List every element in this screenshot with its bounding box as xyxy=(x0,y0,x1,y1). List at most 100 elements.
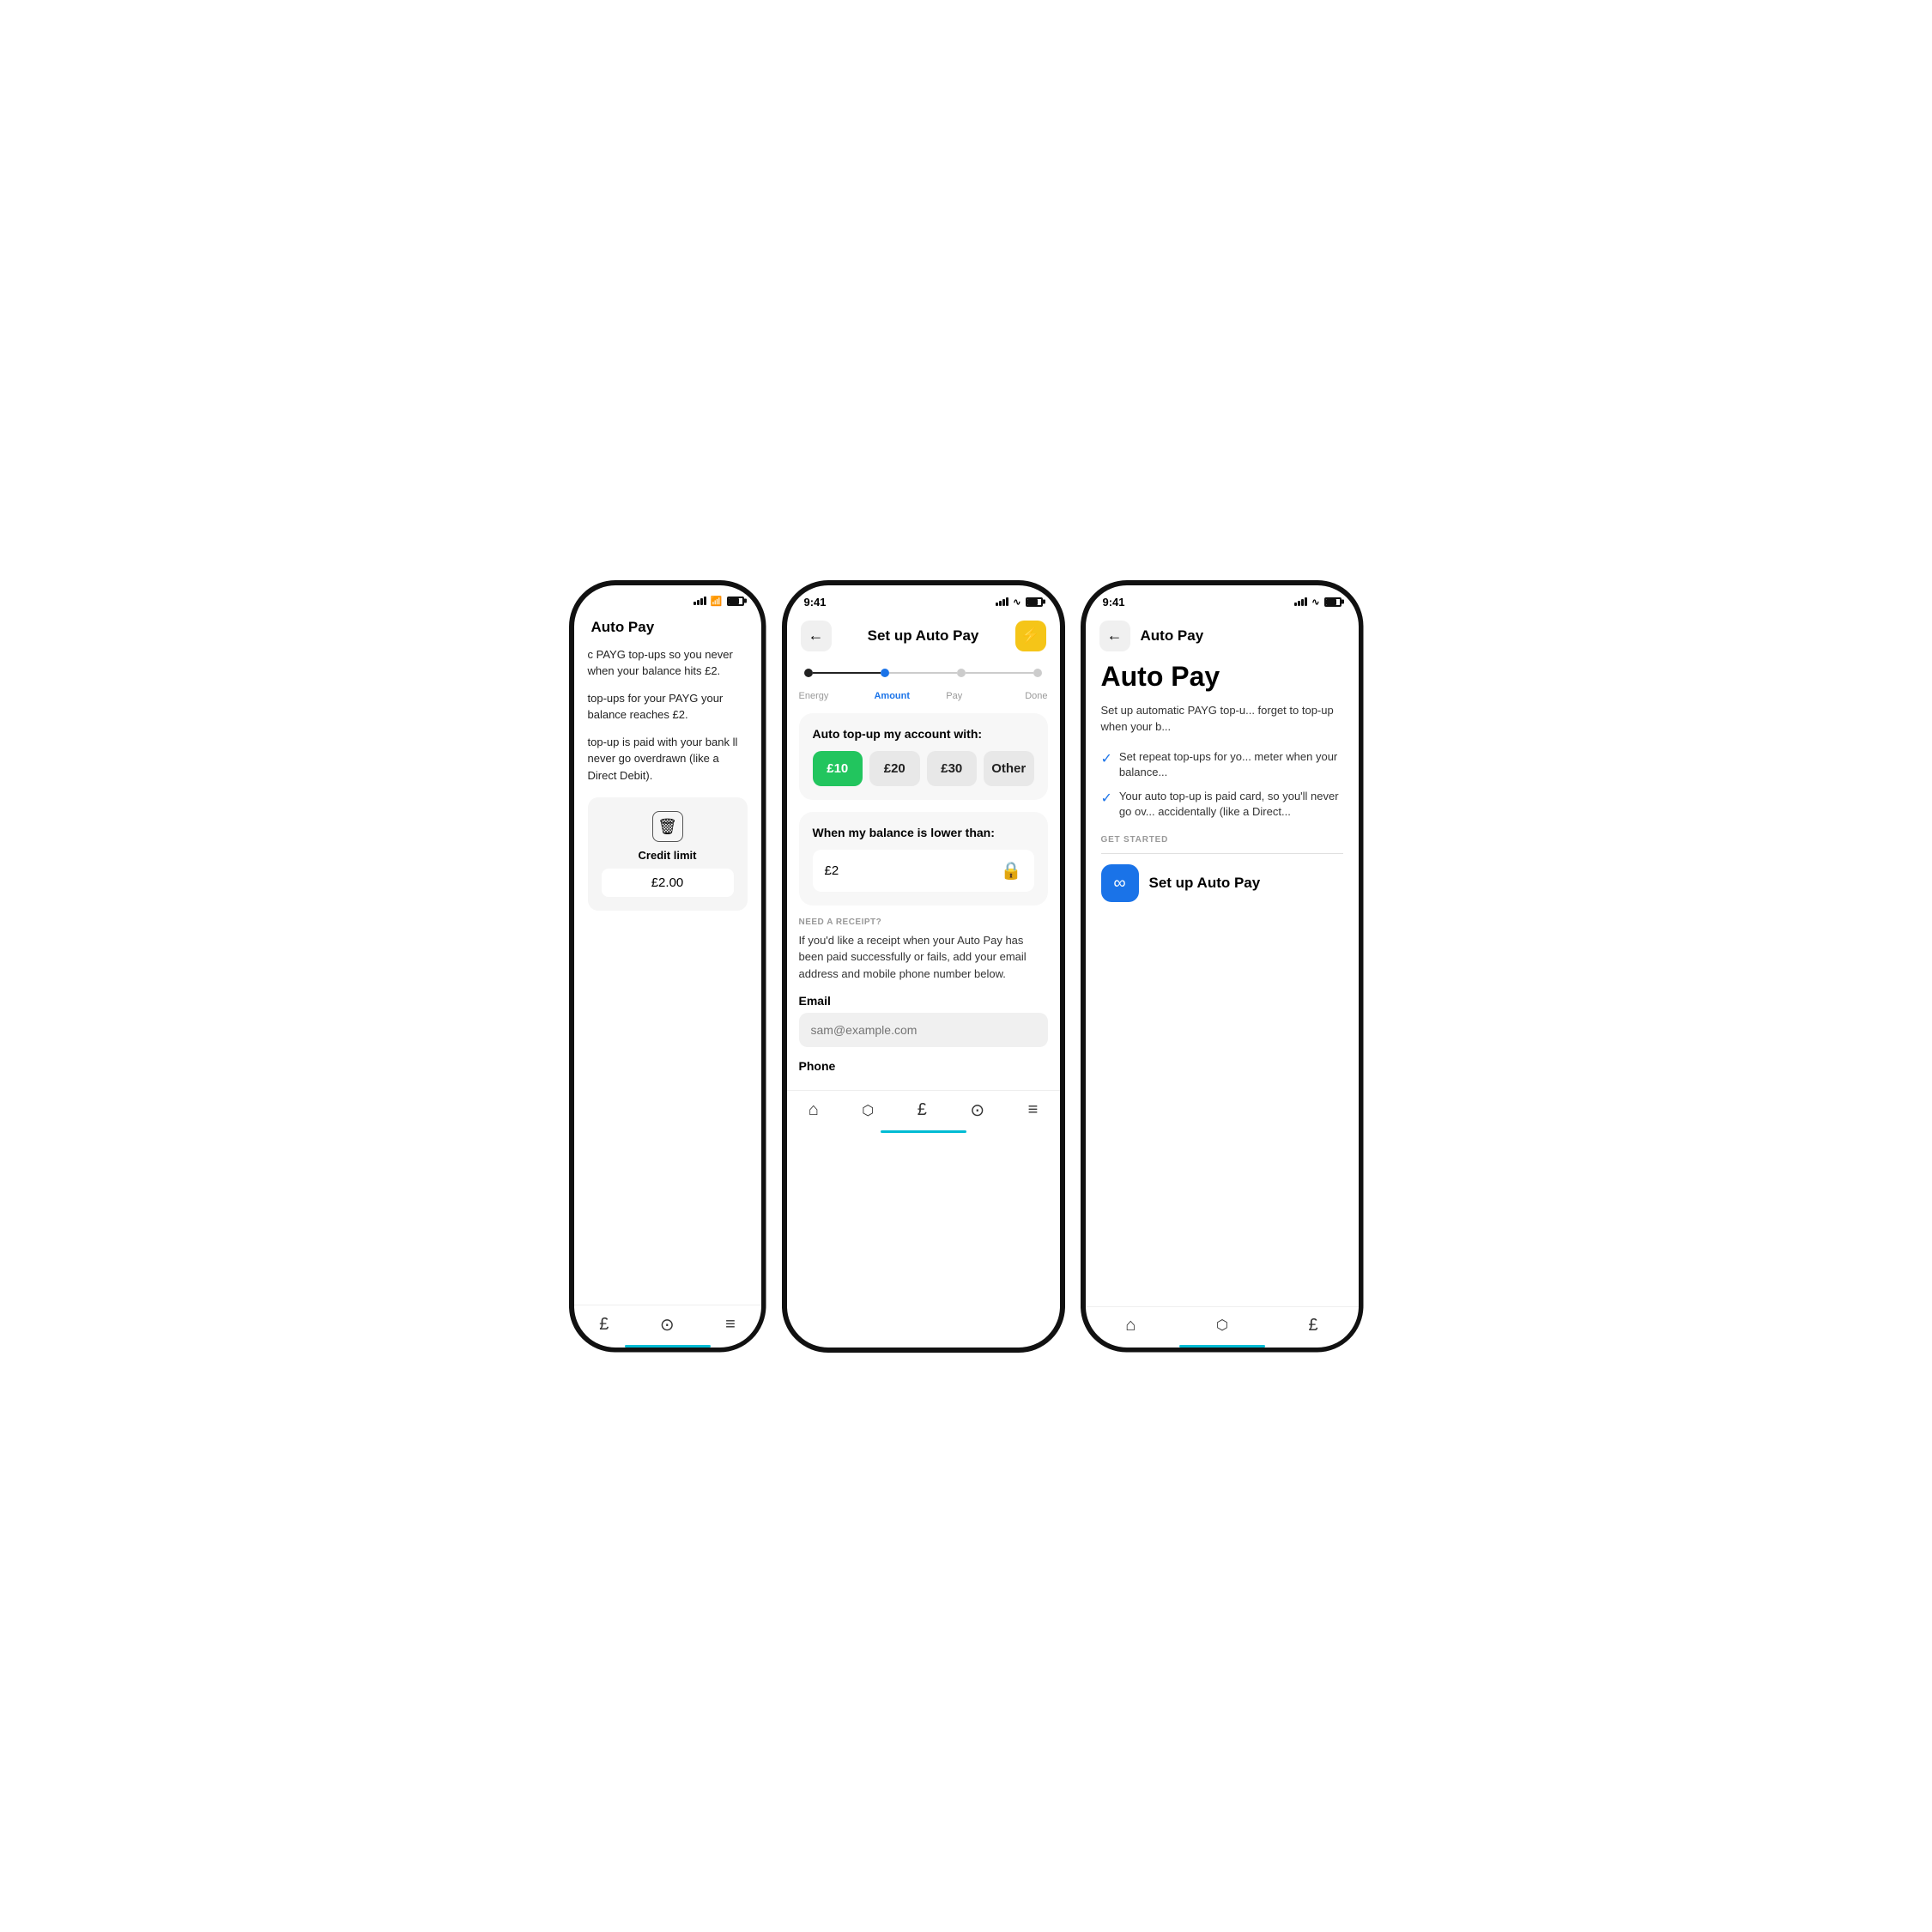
center-status-bar: 9:41 ∿ xyxy=(787,585,1060,614)
back-button[interactable]: ← xyxy=(1099,621,1130,651)
check-item-1: ✓ Set repeat top-ups for yo... meter whe… xyxy=(1101,749,1343,780)
battery-icon xyxy=(1324,597,1341,607)
right-page-title: Auto Pay xyxy=(1141,627,1204,645)
left-body: c PAYG top-ups so you never when your ba… xyxy=(574,646,761,784)
step-energy-dot xyxy=(804,669,813,677)
center-phone: 9:41 ∿ ← Set up Auto Pay ⚡ xyxy=(782,580,1065,1353)
balance-value: £2 xyxy=(825,863,839,878)
center-bottom-nav: ⌂ ⬡ £ ⊙ ≡ xyxy=(787,1090,1060,1133)
right-status-icons: ∿ xyxy=(1294,597,1341,608)
nav-help[interactable]: ⊙ xyxy=(660,1314,675,1335)
usage-icon: ⬡ xyxy=(862,1102,874,1119)
usage-icon: ⬡ xyxy=(1216,1317,1228,1334)
billing-icon: £ xyxy=(918,1100,927,1120)
left-text-3: top-up is paid with your bank ll never g… xyxy=(588,734,748,784)
billing-icon: £ xyxy=(1309,1316,1318,1335)
menu-icon: ≡ xyxy=(1028,1100,1039,1120)
step-done-dot xyxy=(1033,669,1042,677)
left-text-1: c PAYG top-ups so you never when your ba… xyxy=(588,646,748,680)
receipt-label: NEED A RECEIPT? xyxy=(799,918,1048,927)
amount-buttons: £10 £20 £30 Other xyxy=(813,751,1034,786)
bolt-icon: ⚡ xyxy=(1021,627,1039,645)
help-icon: ⊙ xyxy=(660,1314,675,1335)
bolt-button[interactable]: ⚡ xyxy=(1015,621,1046,651)
billing-icon: £ xyxy=(599,1315,609,1335)
center-header: ← Set up Auto Pay ⚡ xyxy=(787,614,1060,662)
checkmark-icon-1: ✓ xyxy=(1101,750,1112,769)
help-icon: ⊙ xyxy=(970,1099,984,1121)
phone-label: Phone xyxy=(799,1059,1048,1073)
left-content: Auto Pay c PAYG top-ups so you never whe… xyxy=(574,612,761,1305)
right-bottom-nav: ⌂ ⬡ £ xyxy=(1086,1306,1359,1348)
lock-icon: 🔒 xyxy=(1001,860,1022,881)
amount-other-button[interactable]: Other xyxy=(984,751,1034,786)
checkmark-icon-2: ✓ xyxy=(1101,790,1112,809)
receipt-description: If you'd like a receipt when your Auto P… xyxy=(799,932,1048,983)
nav-billing[interactable]: £ xyxy=(599,1315,609,1335)
check-text-1: Set repeat top-ups for yo... meter when … xyxy=(1119,749,1343,780)
wifi-icon: ∿ xyxy=(1311,597,1319,608)
left-status-bar: 📶 xyxy=(574,585,761,612)
nav-help[interactable]: ⊙ xyxy=(970,1099,984,1121)
center-time: 9:41 xyxy=(804,596,827,609)
left-status-icons: 📶 xyxy=(693,596,744,607)
credit-limit-label: Credit limit xyxy=(639,849,697,862)
back-button[interactable]: ← xyxy=(801,621,832,651)
nav-menu[interactable]: ≡ xyxy=(725,1315,736,1335)
step-line-1 xyxy=(813,672,881,674)
amount-section-title: Auto top-up my account with: xyxy=(813,727,1034,741)
home-icon: ⌂ xyxy=(809,1100,819,1120)
step-labels: Energy Amount Pay Done xyxy=(787,691,1060,713)
right-header: ← Auto Pay xyxy=(1086,614,1359,662)
amount-30-button[interactable]: £30 xyxy=(927,751,978,786)
step-label-pay: Pay xyxy=(924,691,986,701)
nav-home[interactable]: ⌂ xyxy=(809,1100,819,1120)
nav-usage[interactable]: ⬡ xyxy=(862,1102,874,1119)
wifi-icon: ∿ xyxy=(1013,597,1021,608)
infinity-icon: ∞ xyxy=(1101,864,1139,902)
get-started-divider xyxy=(1101,853,1343,854)
setup-btn-label: Set up Auto Pay xyxy=(1149,875,1261,892)
credit-limit-value: £2.00 xyxy=(602,869,734,897)
balance-section: When my balance is lower than: £2 🔒 xyxy=(799,812,1048,905)
email-label: Email xyxy=(799,994,1048,1008)
right-phone: 9:41 ∿ ← Auto Pay Auto Pay Set up automa… xyxy=(1081,580,1364,1353)
battery-icon xyxy=(727,597,744,606)
signal-icon xyxy=(996,597,1008,606)
email-input[interactable] xyxy=(799,1013,1048,1047)
nav-home[interactable]: ⌂ xyxy=(1125,1316,1136,1335)
step-line-2 xyxy=(889,672,957,674)
page-title: Set up Auto Pay xyxy=(868,627,979,645)
autopay-title: Auto Pay xyxy=(1101,662,1343,692)
trash-icon[interactable]: 🗑 xyxy=(652,811,683,842)
step-pay-dot xyxy=(957,669,966,677)
step-label-energy: Energy xyxy=(799,691,862,701)
setup-autopay-button[interactable]: ∞ Set up Auto Pay xyxy=(1101,864,1343,902)
step-line-3 xyxy=(966,672,1033,674)
get-started-label: GET STARTED xyxy=(1101,835,1343,845)
battery-icon xyxy=(1026,597,1043,607)
credit-limit-card: 🗑 Credit limit £2.00 xyxy=(588,797,748,911)
amount-20-button[interactable]: £20 xyxy=(869,751,920,786)
amount-10-button[interactable]: £10 xyxy=(813,751,863,786)
left-bottom-nav: £ ⊙ ≡ xyxy=(574,1305,761,1348)
right-time: 9:41 xyxy=(1103,596,1125,609)
signal-icon xyxy=(1294,597,1307,606)
left-phone: 📶 Auto Pay c PAYG top-ups so you never w… xyxy=(569,580,766,1353)
nav-usage[interactable]: ⬡ xyxy=(1216,1317,1228,1334)
check-item-2: ✓ Your auto top-up is paid card, so you'… xyxy=(1101,789,1343,820)
right-body: Auto Pay Set up automatic PAYG top-u... … xyxy=(1086,662,1359,1306)
nav-billing[interactable]: £ xyxy=(918,1100,927,1120)
nav-menu[interactable]: ≡ xyxy=(1028,1100,1039,1120)
progress-bar xyxy=(787,662,1060,691)
nav-billing[interactable]: £ xyxy=(1309,1316,1318,1335)
right-status-bar: 9:41 ∿ xyxy=(1086,585,1359,614)
step-label-amount: Amount xyxy=(861,691,924,701)
autopay-description: Set up automatic PAYG top-u... forget to… xyxy=(1101,702,1343,736)
menu-icon: ≡ xyxy=(725,1315,736,1335)
step-amount-dot xyxy=(881,669,889,677)
step-label-done: Done xyxy=(985,691,1048,701)
left-text-2: top-ups for your PAYG your balance reach… xyxy=(588,690,748,724)
scene: 📶 Auto Pay c PAYG top-ups so you never w… xyxy=(512,512,1421,1421)
receipt-section: NEED A RECEIPT? If you'd like a receipt … xyxy=(787,918,1060,1091)
